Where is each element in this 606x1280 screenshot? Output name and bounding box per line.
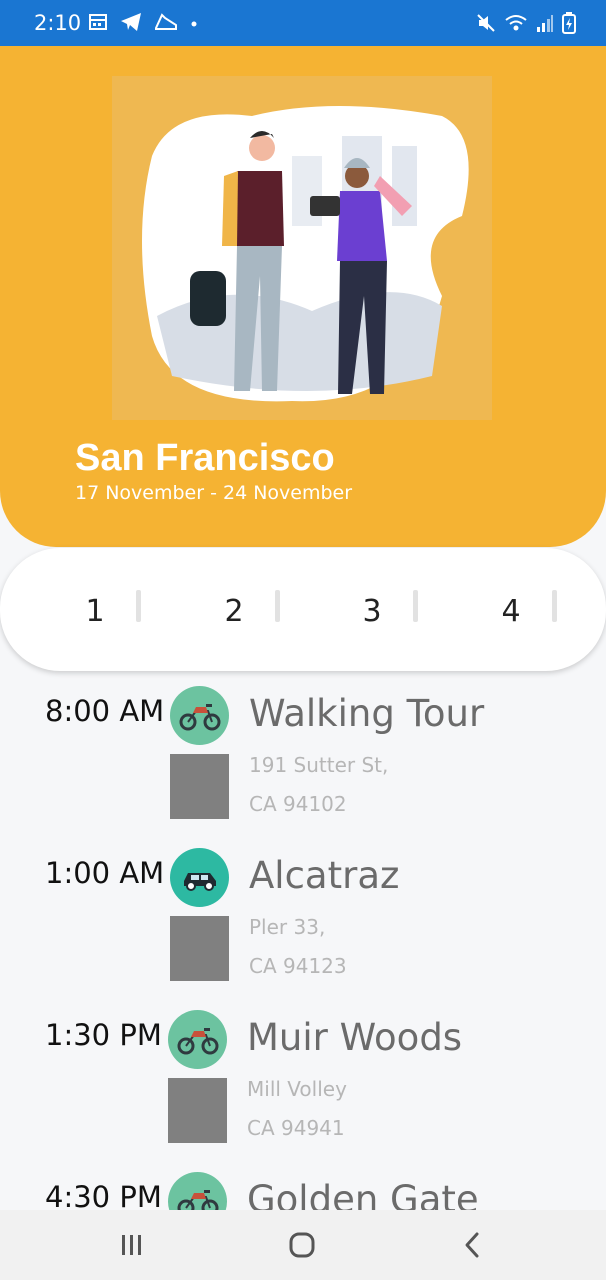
event-address-line1: Pler 33,: [249, 915, 326, 939]
day-separator: [136, 590, 141, 622]
day-tab-2[interactable]: 2: [214, 594, 254, 629]
motorcycle-icon: [170, 686, 229, 745]
event-thumbnail: [168, 1078, 227, 1143]
event-title: Alcatraz: [249, 854, 400, 897]
trip-header: San Francisco 17 November - 24 November: [0, 46, 606, 547]
event-time: 1:00 AM: [45, 856, 165, 890]
day-selector: 1 2 3 4: [0, 548, 606, 671]
recents-icon[interactable]: [112, 1228, 152, 1262]
battery-icon: [562, 12, 576, 34]
wifi-icon: [505, 15, 527, 31]
shoe-icon: [155, 13, 177, 30]
event-address-line2: CA 94941: [247, 1116, 345, 1140]
day-tab-3[interactable]: 3: [352, 594, 392, 629]
back-icon[interactable]: [452, 1228, 492, 1262]
event-time: 4:30 PM: [45, 1180, 162, 1210]
day-tab-1[interactable]: 1: [75, 594, 115, 629]
trip-dates: 17 November - 24 November: [75, 482, 353, 504]
event-title: Walking Tour: [249, 692, 485, 735]
calendar-icon: [89, 14, 107, 30]
telegram-icon: [121, 13, 141, 31]
motorcycle-icon: [168, 1172, 227, 1210]
event-address-line2: CA 94123: [249, 954, 347, 978]
event-time: 1:30 PM: [45, 1018, 162, 1052]
event-title: Golden Gate: [247, 1178, 479, 1210]
event-title: Muir Woods: [247, 1016, 463, 1059]
event-thumbnail: [170, 916, 229, 981]
status-time: 2:10: [34, 11, 82, 35]
home-icon[interactable]: [282, 1228, 322, 1262]
motorcycle-icon: [168, 1010, 227, 1069]
navigation-bar: [0, 1210, 606, 1280]
car-icon: [170, 848, 229, 907]
status-bar: 2:10: [0, 0, 606, 46]
day-separator: [552, 590, 557, 622]
signal-icon: [537, 15, 553, 32]
notification-icons: [88, 12, 198, 32]
itinerary-item[interactable]: 1:30 PM Muir Woods Mill Volley CA 94941: [0, 996, 606, 1156]
mute-icon: [477, 14, 495, 32]
event-address-line2: CA 94102: [249, 792, 347, 816]
system-icons: [476, 12, 576, 34]
event-address-line1: 191 Sutter St,: [249, 753, 389, 777]
itinerary-item[interactable]: 8:00 AM Walking Tour 191 Sutter St, CA 9…: [0, 672, 606, 832]
itinerary-item[interactable]: 1:00 AM Alcatraz Pler 33, CA 94123: [0, 834, 606, 994]
day-separator: [275, 590, 280, 622]
event-address-line1: Mill Volley: [247, 1077, 347, 1101]
travelers-illustration: [112, 76, 492, 420]
city-name: San Francisco: [75, 437, 335, 479]
dot-icon: [191, 21, 197, 27]
day-tab-4[interactable]: 4: [491, 594, 531, 629]
event-time: 8:00 AM: [45, 694, 165, 728]
itinerary-item[interactable]: 4:30 PM Golden Gate: [0, 1158, 606, 1210]
day-separator: [413, 590, 418, 622]
itinerary-list: 8:00 AM Walking Tour 191 Sutter St, CA 9…: [0, 672, 606, 1210]
event-thumbnail: [170, 754, 229, 819]
